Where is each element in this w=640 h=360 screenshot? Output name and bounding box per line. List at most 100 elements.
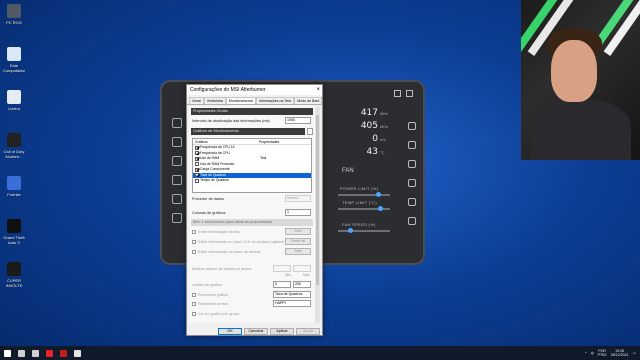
close-icon[interactable] bbox=[406, 90, 413, 97]
power-limit-slider[interactable] bbox=[338, 194, 390, 196]
app-icon[interactable] bbox=[70, 346, 84, 360]
tab-3[interactable]: Informações na Tela bbox=[255, 97, 295, 104]
language-layout: PTB2 bbox=[597, 353, 607, 357]
tab-1[interactable]: Ventoinha bbox=[203, 97, 226, 104]
data-provider-select[interactable]: Interno bbox=[285, 195, 311, 202]
streamer-face bbox=[551, 40, 597, 102]
rename-graph-input[interactable]: Taxa de Quadros bbox=[273, 291, 311, 298]
option-button[interactable]: Fonte full bbox=[285, 238, 311, 245]
rename-sensor-input[interactable]: HAPPI bbox=[273, 300, 311, 307]
hardware-monitor-icon[interactable] bbox=[172, 213, 182, 223]
language-indicator[interactable]: POR PTB2 bbox=[598, 349, 607, 358]
tab-4[interactable]: Modo de Bani bbox=[294, 97, 323, 104]
rename-graph-checkbox[interactable] bbox=[192, 293, 196, 297]
tray-chevron-icon[interactable]: ^ bbox=[585, 351, 587, 355]
clock[interactable]: 15:08 28/12/2021 bbox=[611, 349, 629, 358]
dialog-title-bar: Configurações do MSI Afterburner × bbox=[187, 85, 322, 95]
apply-button[interactable]: Aplicar bbox=[270, 328, 294, 335]
desktop-app-icon bbox=[7, 262, 21, 276]
desktop-icon[interactable]: CUPER INVOLTE bbox=[2, 260, 26, 298]
kombustor-icon[interactable] bbox=[172, 118, 182, 128]
afterburner-readouts: 417 MHz 405 MHz 0 mV 43 °C bbox=[334, 108, 392, 166]
option-label: Exibir informação na barra de tarefas bbox=[198, 250, 261, 254]
graph-list-item[interactable]: Tempo de Quadros bbox=[193, 178, 311, 184]
desktop-icons: PC ROG Este Computador Lixeira Call of Duty… bbox=[2, 2, 26, 303]
option-checkbox[interactable] bbox=[192, 230, 196, 234]
fan-speed-label: FAN SPEED (%) bbox=[342, 222, 376, 227]
graph-checkbox[interactable] bbox=[195, 151, 199, 156]
graph-checkbox[interactable] bbox=[195, 167, 199, 172]
help-button[interactable]: Ajuda bbox=[296, 328, 320, 335]
windows-start-icon[interactable] bbox=[0, 346, 14, 360]
opera-icon[interactable] bbox=[42, 346, 56, 360]
option-checkbox[interactable] bbox=[192, 240, 196, 244]
profile-3-icon[interactable] bbox=[408, 179, 416, 187]
power-limit-knob[interactable] bbox=[376, 192, 381, 197]
profile-5-icon[interactable] bbox=[408, 217, 416, 225]
afterburner-icon[interactable] bbox=[56, 346, 70, 360]
desktop-app-icon bbox=[7, 47, 21, 61]
option-label: Exibir informação no visor LCD do teclad… bbox=[198, 240, 285, 244]
graph-checkbox[interactable] bbox=[195, 173, 199, 178]
close-icon[interactable]: × bbox=[316, 85, 320, 95]
info-icon[interactable] bbox=[172, 156, 182, 166]
volume-icon[interactable]: ◂) bbox=[591, 351, 594, 355]
minimize-icon[interactable] bbox=[394, 90, 401, 97]
graph-checkbox[interactable] bbox=[195, 162, 199, 167]
desktop-icon[interactable]: Lixeira bbox=[2, 88, 26, 126]
graph-checkbox[interactable] bbox=[195, 178, 199, 183]
group-color-label: Cor do gráfico em grupo bbox=[198, 312, 239, 316]
option-button[interactable]: Texto bbox=[285, 248, 311, 255]
pane-scrollbar[interactable] bbox=[315, 107, 320, 323]
fan-speed-knob[interactable] bbox=[348, 228, 353, 233]
rename-sensor-checkbox[interactable] bbox=[192, 302, 196, 306]
graph-checkbox[interactable] bbox=[195, 156, 199, 161]
ok-button[interactable]: OK bbox=[218, 328, 242, 335]
interval-input[interactable]: 1000 bbox=[285, 117, 311, 124]
temp-limit-label: TEMP LIMIT (°C) bbox=[342, 200, 378, 205]
min-label: Min bbox=[285, 273, 292, 277]
settings-dialog: Configurações do MSI Afterburner × Geral… bbox=[186, 84, 323, 336]
desktop-icon[interactable]: Fortnite bbox=[2, 174, 26, 212]
fan-speed-slider[interactable] bbox=[338, 230, 390, 232]
desktop-app-icon bbox=[7, 133, 21, 147]
afterburner-icon-glyph bbox=[59, 349, 67, 357]
lock-icon[interactable] bbox=[408, 122, 416, 130]
search-icon[interactable] bbox=[14, 346, 28, 360]
oc-scanner-icon[interactable] bbox=[172, 175, 182, 185]
alarm-max-input[interactable] bbox=[293, 265, 311, 272]
option-checkbox[interactable] bbox=[192, 250, 196, 254]
fan-label: FAN bbox=[342, 168, 354, 174]
cancel-button[interactable]: Cancelar bbox=[244, 328, 268, 335]
tab-0[interactable]: Geral bbox=[189, 97, 204, 104]
profile-4-icon[interactable] bbox=[408, 198, 416, 206]
desktop-icon[interactable]: Grand Theft Auto V bbox=[2, 217, 26, 255]
monitor-icon[interactable] bbox=[172, 137, 182, 147]
max-label: Max bbox=[303, 273, 311, 277]
group-color-checkbox[interactable] bbox=[192, 312, 196, 316]
alarm-min-input[interactable] bbox=[273, 265, 291, 272]
graph-limit-max-input[interactable]: 200 bbox=[293, 281, 311, 288]
temperature-readout: 43 °C bbox=[366, 147, 385, 157]
graphs-list[interactable]: Gráficos Propriedades Frequência da CPU … bbox=[192, 138, 312, 193]
tab-2[interactable]: Monitoramento bbox=[225, 97, 256, 104]
desktop-icon[interactable]: Este Computador bbox=[2, 45, 26, 83]
task-view-icon[interactable] bbox=[28, 346, 42, 360]
desktop-icon[interactable]: Call of Duty Modern... bbox=[2, 131, 26, 169]
data-provider-label: Provedor de dados bbox=[192, 197, 225, 201]
desktop-icon[interactable]: PC ROG bbox=[2, 2, 26, 40]
graph-checkbox[interactable] bbox=[195, 145, 199, 150]
properties-column-header: Propriedades bbox=[259, 140, 280, 144]
profile-1-icon[interactable] bbox=[408, 141, 416, 149]
scrollbar-thumb[interactable] bbox=[316, 115, 319, 285]
opera-icon-glyph bbox=[45, 349, 53, 357]
profile-2-icon[interactable] bbox=[408, 160, 416, 168]
columns-select[interactable]: 1 bbox=[285, 209, 311, 216]
temp-limit-knob[interactable] bbox=[378, 206, 383, 211]
graphs-options-button[interactable] bbox=[307, 128, 313, 135]
graph-limit-min-input[interactable]: 0 bbox=[273, 281, 291, 288]
settings-icon[interactable] bbox=[172, 194, 182, 204]
option-button[interactable]: Texto bbox=[285, 228, 311, 235]
general-properties-bar: Propriedades Gerais bbox=[191, 108, 313, 115]
notifications-icon[interactable]: ▭ bbox=[633, 351, 636, 355]
